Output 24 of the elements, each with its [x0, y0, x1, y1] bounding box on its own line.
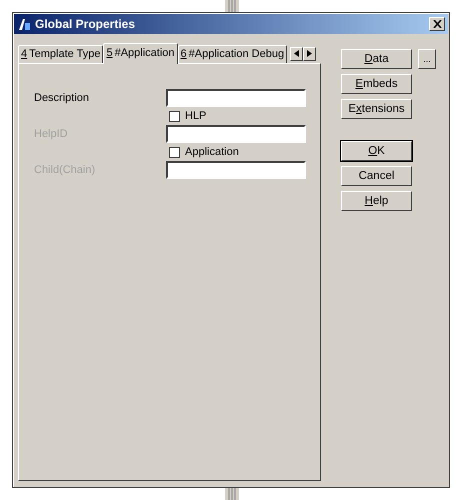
close-button[interactable] [429, 17, 445, 31]
input-field[interactable] [166, 125, 306, 143]
action-button[interactable]: Embeds [341, 74, 412, 94]
right-arrow-icon [307, 50, 312, 56]
checkbox[interactable]: Application [169, 146, 239, 158]
tab[interactable]: 4 Template Type [18, 45, 104, 63]
scroll-left-button[interactable] [290, 47, 304, 61]
input-field[interactable] [166, 89, 306, 107]
action-button[interactable]: Data [341, 49, 412, 69]
more-button[interactable]: ... [418, 49, 436, 69]
app-icon [17, 17, 31, 31]
close-icon [432, 20, 442, 28]
tab[interactable]: 5 #Application [103, 43, 178, 64]
action-button[interactable]: Extensions [341, 99, 412, 119]
dialog-button[interactable]: Cancel [341, 166, 412, 186]
scroll-right-button[interactable] [303, 47, 316, 61]
window-title: Global Properties [35, 17, 136, 31]
field-label: Description [34, 92, 90, 104]
tab[interactable]: 6 #Application Debug [178, 45, 288, 63]
dialog-button[interactable]: OK [341, 141, 412, 161]
left-arrow-icon [294, 50, 300, 56]
dialog-button[interactable]: Help [341, 191, 412, 211]
input-field[interactable] [166, 161, 306, 179]
checkbox[interactable]: HLP [169, 110, 206, 122]
